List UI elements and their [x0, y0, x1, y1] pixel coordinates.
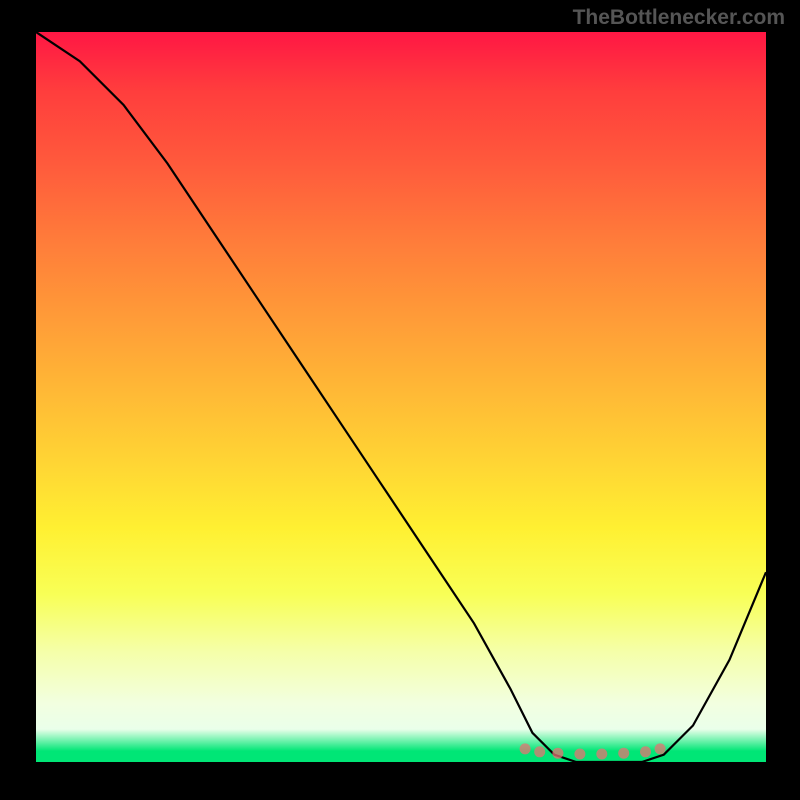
- marker-dot: [574, 749, 585, 760]
- marker-dot: [655, 743, 666, 754]
- plot-area: [36, 32, 766, 762]
- chart-container: TheBottlenecker.com: [0, 0, 800, 800]
- marker-dot: [534, 746, 545, 757]
- marker-group: [520, 743, 666, 759]
- curve-layer: [36, 32, 766, 762]
- marker-dot: [520, 743, 531, 754]
- marker-dot: [618, 748, 629, 759]
- marker-dot: [596, 749, 607, 760]
- marker-dot: [552, 748, 563, 759]
- watermark-text: TheBottlenecker.com: [573, 6, 785, 30]
- bottleneck-curve: [36, 32, 766, 762]
- marker-dot: [640, 746, 651, 757]
